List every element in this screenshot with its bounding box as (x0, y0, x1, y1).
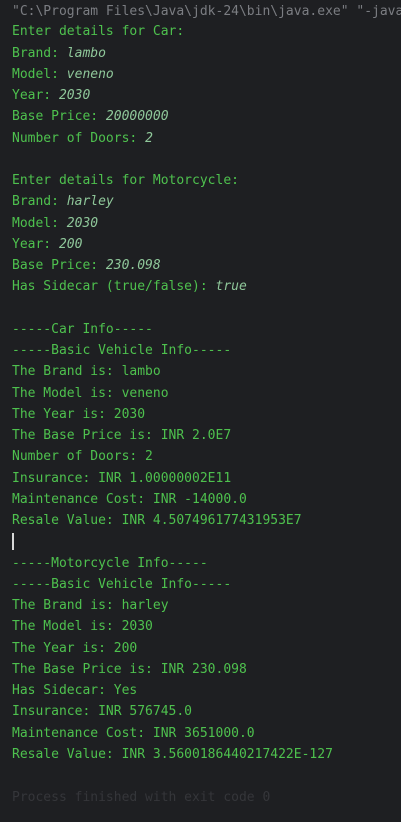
moto-info-header: -----Motorcycle Info----- (12, 556, 208, 571)
car-brand-prompt: Brand: lambo (12, 44, 106, 63)
output-line: Number of Doors: 2 (12, 449, 153, 464)
output-line: Insurance: INR 1.00000002E11 (12, 471, 232, 486)
prompt-label: Number of Doors: (12, 131, 146, 146)
car-info-header: -----Car Info----- (12, 322, 153, 337)
output-line: Has Sidecar: Yes (12, 683, 138, 698)
moto-model-prompt: Model: 2030 (12, 214, 98, 233)
run-console-output[interactable]: "C:\Program Files\Java\jdk-24\bin\java.e… (0, 0, 401, 822)
user-input: true (215, 279, 247, 294)
prompt-label: Model: (12, 216, 67, 231)
output-line: The Base Price is: INR 2.0E7 (12, 428, 232, 443)
prompt-label: Base Price: (12, 109, 106, 124)
moto-sidecar-prompt: Has Sidecar (true/false): true (12, 277, 247, 296)
output-line: The Year is: 200 (12, 641, 138, 656)
output-line: Insurance: INR 576745.0 (12, 704, 193, 719)
output-line: The Base Price is: INR 230.098 (12, 662, 247, 677)
user-input: harley (66, 194, 114, 209)
basic-info-header: -----Basic Vehicle Info----- (12, 343, 232, 358)
output-line: The Model is: veneno (12, 386, 169, 401)
user-input: 230.098 (105, 258, 161, 273)
prompt-label: Base Price: (12, 258, 106, 273)
car-prompt-header: Enter details for Car: (12, 24, 185, 39)
user-input: 200 (58, 237, 83, 252)
car-model-prompt: Model: veneno (12, 65, 114, 84)
basic-info-header: -----Basic Vehicle Info----- (12, 577, 232, 592)
moto-year-prompt: Year: 200 (12, 235, 82, 254)
prompt-label: Brand: (12, 194, 67, 209)
output-line: The Brand is: harley (12, 598, 169, 613)
prompt-label: Year: (12, 237, 59, 252)
user-input: 2030 (58, 88, 91, 103)
command-line: "C:\Program Files\Java\jdk-24\bin\java.e… (12, 4, 401, 19)
user-input: 2 (145, 131, 153, 146)
prompt-label: Year: (12, 88, 59, 103)
exit-message: Process finished with exit code 0 (12, 790, 271, 805)
prompt-label: Brand: (12, 46, 67, 61)
user-input: veneno (66, 67, 114, 82)
car-year-prompt: Year: 2030 (12, 86, 90, 105)
user-input: 20000000 (105, 109, 169, 124)
output-line: The Model is: 2030 (12, 619, 153, 634)
output-line: Maintenance Cost: INR -14000.0 (12, 492, 247, 507)
output-line: Maintenance Cost: INR 3651000.0 (12, 726, 255, 741)
output-line: The Year is: 2030 (12, 407, 146, 422)
moto-prompt-header: Enter details for Motorcycle: (12, 173, 239, 188)
output-line: Resale Value: INR 3.5600186440217422E-12… (12, 747, 333, 762)
car-doors-prompt: Number of Doors: 2 (12, 129, 153, 148)
car-price-prompt: Base Price: 20000000 (12, 107, 169, 126)
moto-price-prompt: Base Price: 230.098 (12, 256, 161, 275)
user-input: 2030 (66, 216, 99, 231)
output-line: The Brand is: lambo (12, 364, 161, 379)
moto-brand-prompt: Brand: harley (12, 192, 114, 211)
output-line: Resale Value: INR 4.507496177431953E7 (12, 513, 302, 528)
user-input: lambo (66, 46, 106, 61)
prompt-label: Has Sidecar (true/false): (12, 279, 216, 294)
text-caret (12, 533, 14, 550)
prompt-label: Model: (12, 67, 67, 82)
